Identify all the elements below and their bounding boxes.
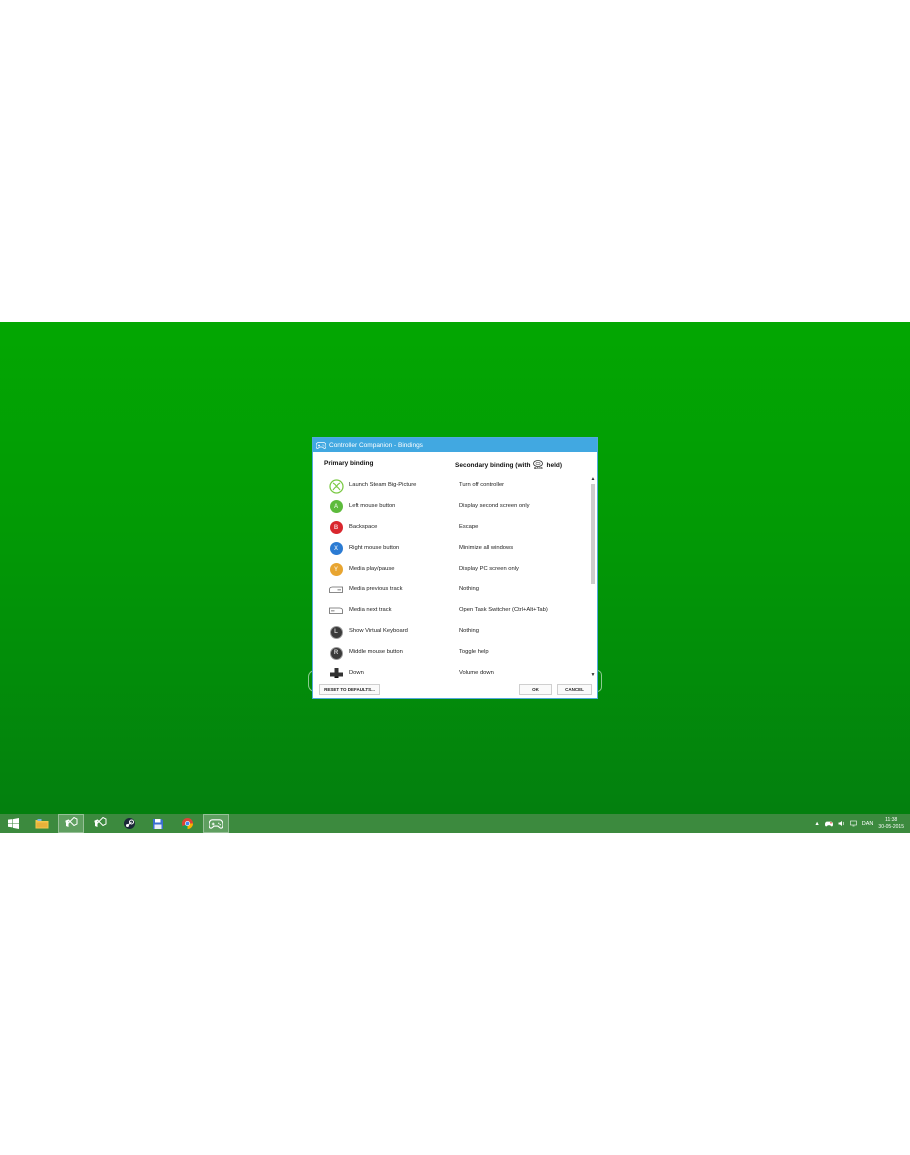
binding-row[interactable]: Y Media play/pause Display PC screen onl… bbox=[313, 560, 591, 581]
header-primary-binding: Primary binding bbox=[324, 460, 374, 467]
a-button-icon: A bbox=[328, 499, 344, 515]
header-secondary-binding: Secondary binding (with BACK held) bbox=[455, 460, 562, 470]
primary-binding[interactable]: Right mouse button bbox=[349, 545, 399, 551]
secondary-binding[interactable]: Toggle help bbox=[459, 649, 489, 655]
visual-studio-preview-icon bbox=[94, 817, 106, 827]
taskbar: ▲ DAN 11:38 30-05-2015 bbox=[0, 814, 910, 833]
chrome-button[interactable] bbox=[174, 814, 200, 833]
steam-icon bbox=[123, 818, 135, 829]
primary-binding[interactable]: Media play/pause bbox=[349, 566, 394, 572]
back-button-badge: BACK bbox=[533, 460, 544, 470]
binding-row[interactable]: A Left mouse button Display second scree… bbox=[313, 497, 591, 518]
xbox-guide-button-icon bbox=[328, 478, 344, 494]
clock-date: 30-05-2015 bbox=[878, 823, 904, 830]
folder-icon bbox=[35, 819, 49, 829]
right-stick-glyph: R bbox=[329, 646, 343, 660]
floppy-disk-icon bbox=[153, 818, 163, 829]
binding-row[interactable]: Media previous track Nothing bbox=[313, 580, 591, 601]
bindings-list[interactable]: Launch Steam Big-Picture Turn off contro… bbox=[313, 476, 591, 678]
chrome-icon bbox=[181, 818, 193, 829]
network-icon[interactable] bbox=[849, 820, 857, 827]
primary-binding[interactable]: Left mouse button bbox=[349, 503, 395, 509]
volume-icon[interactable] bbox=[838, 820, 845, 827]
secondary-binding[interactable]: Open Task Switcher (Ctrl+Alt+Tab) bbox=[459, 607, 548, 613]
primary-binding[interactable]: Media next track bbox=[349, 607, 392, 613]
primary-binding[interactable]: Middle mouse button bbox=[349, 649, 403, 655]
steam-button[interactable] bbox=[116, 814, 142, 833]
cancel-button[interactable]: CANCEL bbox=[557, 684, 592, 695]
visual-studio-preview-button[interactable] bbox=[87, 814, 113, 833]
secondary-binding[interactable]: Display PC screen only bbox=[459, 566, 519, 572]
y-button-icon: Y bbox=[328, 562, 344, 578]
secondary-binding[interactable]: Nothing bbox=[459, 628, 479, 634]
clock-time: 11:38 bbox=[885, 816, 898, 823]
dialog-title: Controller Companion - Bindings bbox=[329, 441, 423, 449]
x-button-glyph: X bbox=[329, 542, 343, 556]
binding-row[interactable]: B Backspace Escape bbox=[313, 518, 591, 539]
secondary-binding[interactable]: Minimize all windows bbox=[459, 545, 513, 551]
back-label: BACK bbox=[534, 466, 543, 470]
binding-row[interactable]: Launch Steam Big-Picture Turn off contro… bbox=[313, 476, 591, 497]
bindings-dialog: Controller Companion - Bindings Primary … bbox=[313, 438, 597, 698]
windows-logo-icon bbox=[7, 818, 19, 829]
binding-row[interactable]: Media next track Open Task Switcher (Ctr… bbox=[313, 601, 591, 622]
left-stick-glyph: L bbox=[329, 625, 343, 639]
file-explorer-button[interactable] bbox=[29, 814, 55, 833]
save-disk-button[interactable] bbox=[145, 814, 171, 833]
primary-binding[interactable]: Media previous track bbox=[349, 586, 402, 592]
primary-binding[interactable]: Down bbox=[349, 670, 364, 676]
header-secondary-prefix: Secondary binding (with bbox=[455, 461, 531, 469]
ok-button[interactable]: OK bbox=[519, 684, 552, 695]
b-button-icon: B bbox=[328, 520, 344, 536]
gamepad-icon bbox=[316, 441, 326, 449]
y-button-glyph: Y bbox=[329, 563, 343, 577]
reset-to-defaults-button[interactable]: RESET TO DEFAULTS... bbox=[319, 684, 380, 695]
list-scrollbar[interactable]: ▲ ▼ bbox=[590, 476, 596, 678]
secondary-binding[interactable]: Display second screen only bbox=[459, 503, 530, 509]
x-button-icon: X bbox=[328, 541, 344, 557]
background-decoration-right bbox=[597, 670, 602, 692]
dialog-titlebar[interactable]: Controller Companion - Bindings bbox=[313, 438, 597, 452]
binding-row[interactable]: R Middle mouse button Toggle help bbox=[313, 643, 591, 664]
visual-studio-button[interactable] bbox=[58, 814, 84, 833]
clock[interactable]: 11:38 30-05-2015 bbox=[878, 817, 904, 831]
right-bumper-icon bbox=[328, 603, 344, 619]
start-button[interactable] bbox=[0, 814, 26, 833]
system-tray: ▲ DAN 11:38 30-05-2015 bbox=[814, 814, 904, 833]
input-language[interactable]: DAN bbox=[862, 821, 874, 827]
secondary-binding[interactable]: Turn off controller bbox=[459, 482, 504, 488]
secondary-binding[interactable]: Volume down bbox=[459, 670, 494, 676]
primary-binding[interactable]: Show Virtual Keyboard bbox=[349, 628, 408, 634]
secondary-binding[interactable]: Nothing bbox=[459, 586, 479, 592]
scroll-up-arrow-icon[interactable]: ▲ bbox=[590, 476, 596, 482]
primary-binding[interactable]: Launch Steam Big-Picture bbox=[349, 482, 416, 488]
a-button-glyph: A bbox=[329, 500, 343, 514]
binding-row[interactable]: X Right mouse button Minimize all window… bbox=[313, 539, 591, 560]
scroll-thumb[interactable] bbox=[591, 484, 595, 584]
controller-companion-button[interactable] bbox=[203, 814, 229, 833]
scroll-down-arrow-icon[interactable]: ▼ bbox=[590, 672, 596, 678]
left-stick-icon: L bbox=[328, 624, 344, 640]
left-bumper-icon bbox=[328, 582, 344, 598]
dpad-down-icon bbox=[328, 666, 344, 678]
right-stick-icon: R bbox=[328, 645, 344, 661]
gamepad-icon bbox=[209, 818, 223, 829]
binding-row[interactable]: L Show Virtual Keyboard Nothing bbox=[313, 622, 591, 643]
primary-binding[interactable]: Backspace bbox=[349, 524, 377, 530]
secondary-binding[interactable]: Escape bbox=[459, 524, 478, 530]
visual-studio-icon bbox=[65, 817, 77, 827]
chevron-up-icon[interactable]: ▲ bbox=[814, 821, 819, 827]
b-button-glyph: B bbox=[329, 521, 343, 535]
header-secondary-suffix: held) bbox=[546, 461, 563, 469]
binding-row[interactable]: Down Volume down bbox=[313, 664, 591, 678]
gamepad-tray-icon[interactable] bbox=[824, 821, 833, 827]
